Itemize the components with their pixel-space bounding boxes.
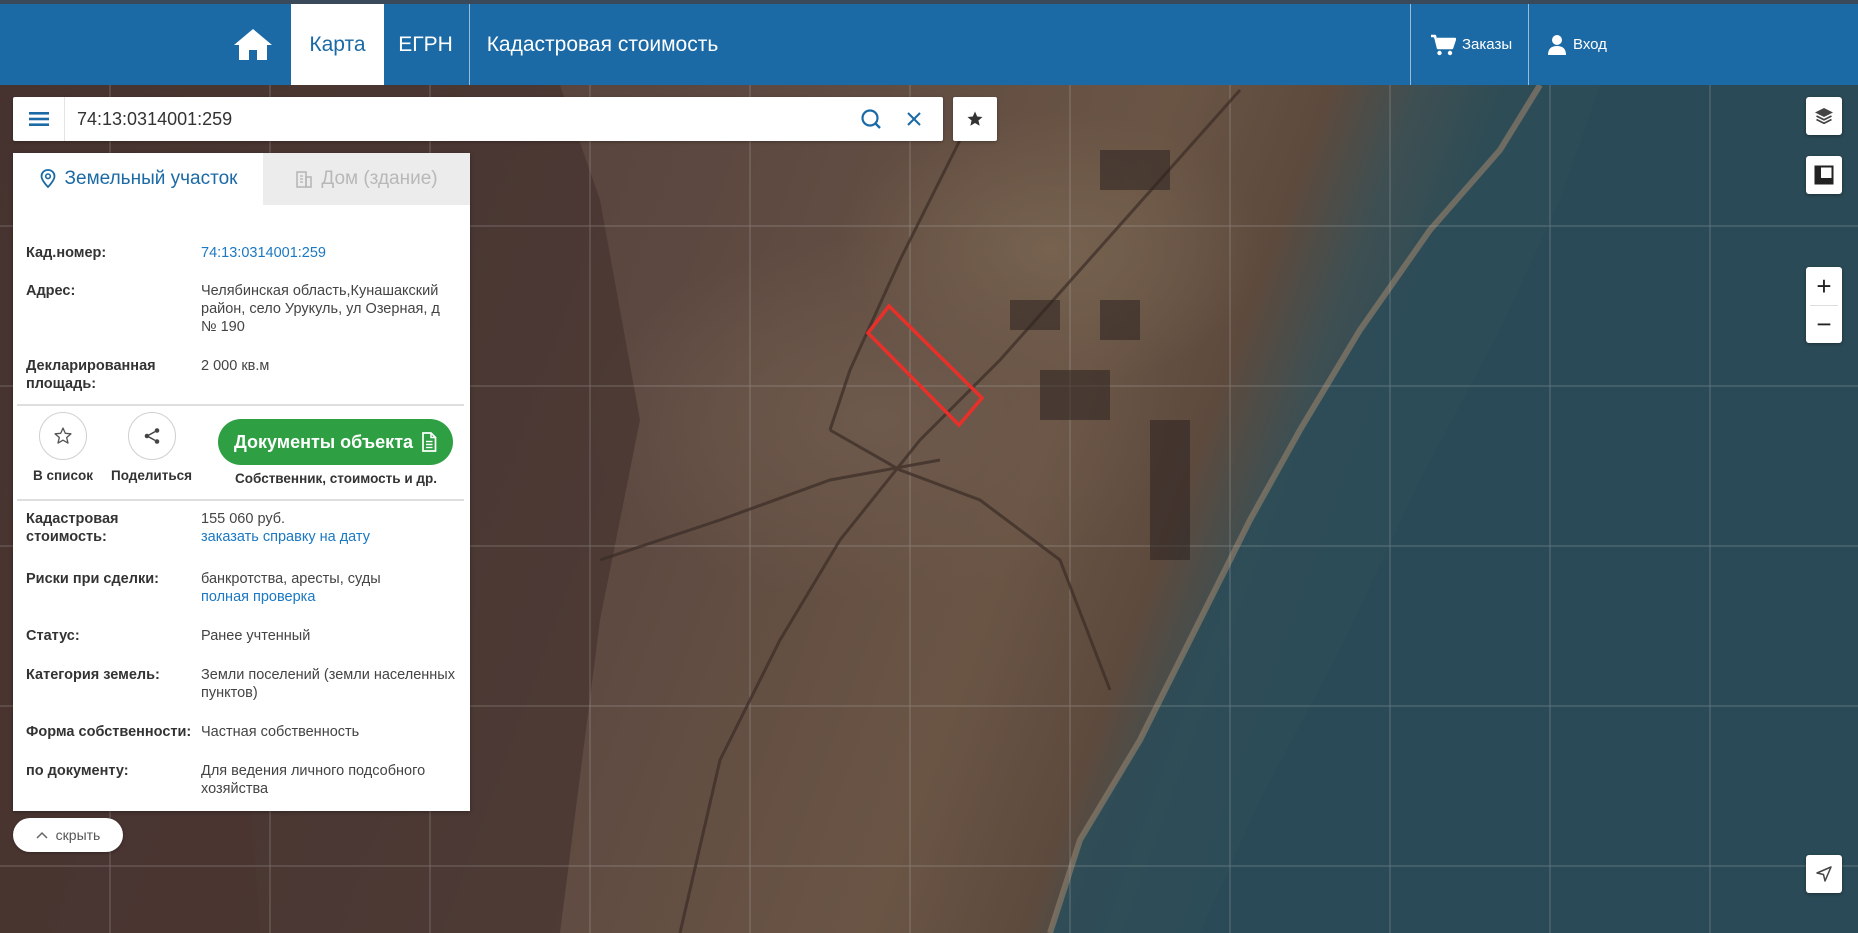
- ruler-icon: [1814, 165, 1834, 185]
- land-category-label: Категория земель:: [26, 667, 160, 683]
- locate-button[interactable]: [1806, 855, 1842, 893]
- add-to-list-label: В список: [33, 468, 93, 483]
- star-outline-icon: [54, 427, 72, 444]
- tab-land-plot[interactable]: Земельный участок: [13, 153, 263, 205]
- ownership-value: Частная собственность: [201, 724, 360, 740]
- declared-area-label: Декларированная площадь:: [26, 358, 156, 392]
- tab-building-label: Дом (здание): [321, 168, 438, 189]
- building-icon: [296, 171, 313, 188]
- search-input[interactable]: [77, 103, 857, 135]
- favorites-button[interactable]: [953, 97, 997, 141]
- login-label: Вход: [1573, 36, 1607, 53]
- nav-separator: [1410, 4, 1411, 85]
- address-label: Адрес:: [26, 283, 76, 299]
- document-icon: [422, 432, 437, 452]
- ownership-label: Форма собственности:: [26, 724, 192, 740]
- add-to-list-button[interactable]: В список: [33, 412, 93, 483]
- cart-icon: [1431, 34, 1456, 55]
- tab-cadastral-value[interactable]: Кадастровая стоимость: [480, 4, 725, 85]
- full-check-link[interactable]: полная проверка: [201, 588, 456, 606]
- land-category-value: Земли поселений (земли населенных пункто…: [201, 667, 455, 701]
- menu-icon: [28, 112, 49, 126]
- nav-separator: [1528, 4, 1529, 85]
- search-icon: [861, 109, 881, 129]
- object-documents-subtitle: Собственник, стоимость и др.: [235, 471, 437, 486]
- cad-number-link[interactable]: 74:13:0314001:259: [201, 244, 456, 262]
- menu-button[interactable]: [13, 97, 65, 141]
- home-icon: [234, 29, 272, 60]
- address-value: Челябинская область,Кунашакский район, с…: [201, 283, 440, 335]
- chevron-up-icon: [36, 831, 48, 839]
- zoom-out-button[interactable]: −: [1806, 305, 1842, 343]
- risks-value: банкротства, аресты, суды: [201, 571, 381, 587]
- share-icon: [144, 428, 159, 444]
- by-document-value: Для ведения личного подсобного хозяйства: [201, 763, 426, 797]
- search-bar: [13, 97, 943, 141]
- tab-building[interactable]: Дом (здание): [263, 153, 470, 205]
- home-button[interactable]: [231, 20, 275, 68]
- share-label: Поделиться: [111, 468, 193, 483]
- object-info-panel: Земельный участок Дом (здание) Кад.номер…: [13, 153, 470, 811]
- declared-area-value: 2 000 кв.м: [201, 358, 270, 374]
- layers-button[interactable]: [1806, 97, 1842, 135]
- by-document-label: по документу:: [26, 763, 129, 779]
- search-button[interactable]: [855, 103, 887, 135]
- star-icon: [967, 111, 983, 126]
- orders-button[interactable]: Заказы: [1430, 4, 1512, 85]
- cad-value-label: Кадастровая стоимость:: [26, 511, 119, 545]
- tab-map[interactable]: Карта: [291, 4, 384, 85]
- object-documents-label: Документы объекта: [233, 431, 414, 452]
- tab-land-plot-label: Земельный участок: [64, 168, 238, 189]
- map-pin-icon: [40, 169, 55, 189]
- status-value: Ранее учтенный: [201, 628, 311, 644]
- user-icon: [1548, 34, 1566, 55]
- orders-label: Заказы: [1462, 36, 1513, 53]
- tab-egrn[interactable]: ЕГРН: [388, 4, 463, 85]
- share-button[interactable]: Поделиться: [111, 412, 192, 483]
- object-documents-button[interactable]: Документы объекта: [218, 419, 453, 465]
- zoom-in-button[interactable]: +: [1806, 267, 1842, 305]
- locate-icon: [1816, 866, 1832, 882]
- selected-parcel-outline: [865, 303, 985, 428]
- order-certificate-link[interactable]: заказать справку на дату: [201, 528, 456, 546]
- hide-panel-button[interactable]: скрыть: [13, 818, 123, 852]
- zoom-control: + −: [1806, 267, 1842, 343]
- cad-value-amount: 155 060 руб.: [201, 511, 286, 527]
- clear-search-button[interactable]: [898, 103, 930, 135]
- hide-panel-label: скрыть: [55, 827, 101, 843]
- divider: [17, 404, 464, 406]
- layers-icon: [1815, 108, 1833, 125]
- measure-button[interactable]: [1806, 156, 1842, 194]
- top-nav-bar: Карта ЕГРН Кадастровая стоимость Заказы …: [0, 4, 1858, 85]
- nav-separator: [469, 4, 470, 85]
- divider: [17, 499, 464, 501]
- status-label: Статус:: [26, 628, 80, 644]
- clear-icon: [907, 112, 921, 126]
- login-button[interactable]: Вход: [1547, 4, 1607, 85]
- panel-tabs: Земельный участок Дом (здание): [13, 153, 470, 205]
- cad-number-label: Кад.номер:: [26, 245, 107, 261]
- risks-label: Риски при сделки:: [26, 571, 159, 587]
